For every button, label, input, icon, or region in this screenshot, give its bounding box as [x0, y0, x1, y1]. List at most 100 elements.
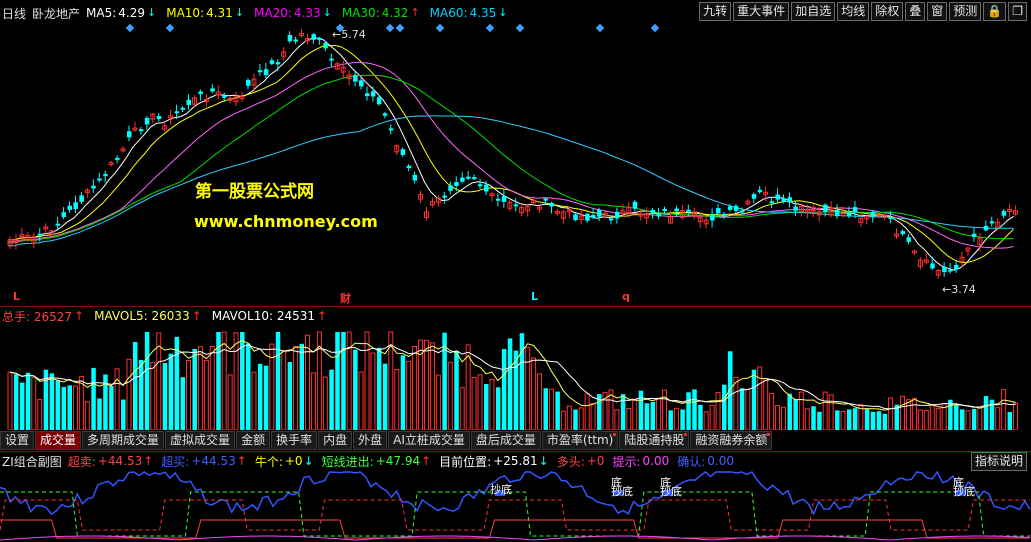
tab-5[interactable]: 换手率	[271, 431, 318, 450]
tab-label: 金额	[241, 433, 266, 447]
toolbar-button[interactable]: 叠	[905, 2, 926, 21]
tab-7[interactable]: 外盘	[353, 431, 388, 450]
tab-12[interactable]: 融资融券余额	[690, 431, 773, 450]
candle-body	[144, 117, 150, 125]
volume-bar	[578, 407, 584, 430]
volume-bar	[543, 388, 548, 430]
candle-body	[733, 205, 739, 211]
volume-bar	[299, 343, 305, 430]
volume-chart[interactable]	[0, 326, 1031, 430]
volume-bar	[775, 404, 781, 430]
volume-bar	[828, 394, 834, 430]
candle-body	[656, 213, 662, 217]
volume-bar	[180, 377, 186, 430]
volume-bar	[680, 409, 685, 430]
volume-bar	[804, 408, 810, 430]
volume-bar	[1007, 411, 1013, 430]
volume-bar	[412, 346, 418, 430]
indicator-chart[interactable]	[0, 470, 1031, 542]
window-icon[interactable]: ❐	[1008, 2, 1027, 21]
ma-legend-value: 4.31	[206, 6, 233, 20]
tab-label: 市盈率(ttm)	[546, 433, 614, 447]
candle-body	[543, 198, 548, 201]
tab-dot-icon	[613, 433, 617, 436]
indicator-value: +0	[284, 454, 303, 468]
tab-11[interactable]: 陆股通持股	[619, 431, 690, 450]
arrow-up-icon: ↑	[410, 6, 420, 19]
tab-4[interactable]: 金额	[236, 431, 271, 450]
volume-bar	[900, 395, 905, 430]
candle-body	[91, 185, 96, 189]
toolbar-button[interactable]: 窗	[927, 2, 948, 21]
tab-10[interactable]: 市盈率(ttm)	[541, 431, 619, 450]
toolbar-button[interactable]: 预测	[949, 2, 982, 21]
candle-body	[246, 80, 251, 86]
candle-body	[835, 209, 840, 217]
volume-bar	[435, 374, 441, 430]
candle-body	[138, 129, 144, 132]
indicator-explain-button[interactable]: 指标说明	[970, 452, 1027, 471]
volume-bar	[870, 411, 876, 430]
volume-bar	[835, 410, 840, 430]
candle-body	[549, 202, 554, 207]
volume-bar	[507, 338, 513, 430]
tab-1[interactable]: 成交量	[35, 431, 82, 450]
toolbar-button[interactable]: 重大事件	[733, 2, 790, 21]
volume-bar	[840, 410, 846, 430]
volume-bar	[798, 391, 804, 430]
volume-bar	[519, 333, 525, 430]
tab-3[interactable]: 虚拟成交量	[165, 431, 236, 450]
volume-bar	[644, 403, 650, 430]
toolbar-button[interactable]: 均线	[837, 2, 870, 21]
candle-body	[442, 195, 447, 198]
volume-bar	[454, 351, 459, 430]
candle-body	[597, 210, 602, 217]
ma-legend-value: 4.32	[381, 6, 409, 20]
candle-body	[787, 197, 792, 203]
candle-body	[257, 70, 263, 73]
volume-bar	[954, 404, 959, 430]
lock-icon[interactable]: 🔒	[983, 2, 1007, 21]
tab-6[interactable]: 内盘	[318, 431, 353, 450]
candle-body	[37, 233, 43, 236]
period-label[interactable]: 日线	[2, 5, 26, 22]
volume-bar	[923, 410, 929, 430]
volume-bar	[55, 380, 61, 430]
candle-body	[127, 131, 132, 138]
ma-line	[8, 37, 1014, 271]
diamond-marker	[595, 23, 605, 33]
candle-body	[67, 205, 72, 210]
volume-bar	[19, 382, 25, 430]
ma-line	[8, 115, 1014, 247]
toolbar-button[interactable]: 除权	[871, 2, 904, 21]
volume-bar	[555, 391, 560, 430]
tab-0[interactable]: 设置	[0, 431, 35, 450]
ma-legend-item: MA20:	[254, 6, 292, 20]
volume-bar	[822, 391, 828, 430]
indicator-key: 超买:	[161, 454, 190, 469]
volume-bar	[935, 407, 941, 430]
watermark-url: www.chnmoney.com	[194, 212, 378, 231]
volume-bar	[370, 352, 376, 430]
volume-bar	[144, 332, 150, 430]
ma-line	[8, 44, 1014, 264]
volume-bar	[364, 331, 370, 430]
low-price-label: ←3.74	[942, 283, 976, 296]
toolbar-button[interactable]: 加自选	[791, 2, 836, 21]
volume-bar	[983, 396, 989, 430]
volume-bar	[126, 358, 132, 430]
tab-2[interactable]: 多周期成交量	[82, 431, 165, 450]
volume-bar	[91, 367, 96, 430]
candle-body	[454, 182, 459, 186]
diamond-marker	[125, 23, 135, 33]
volume-bar	[751, 369, 757, 430]
volume-bar	[501, 349, 507, 430]
tab-9[interactable]: 盘后成交量	[470, 431, 541, 450]
candle-body	[97, 178, 102, 181]
toolbar-button[interactable]: 九转	[699, 2, 732, 21]
price-chart[interactable]	[0, 22, 1031, 310]
volume-bar	[424, 339, 429, 430]
volume-bar	[614, 409, 620, 430]
candle-body	[412, 174, 418, 181]
tab-8[interactable]: AI立桩成交量	[388, 431, 470, 450]
